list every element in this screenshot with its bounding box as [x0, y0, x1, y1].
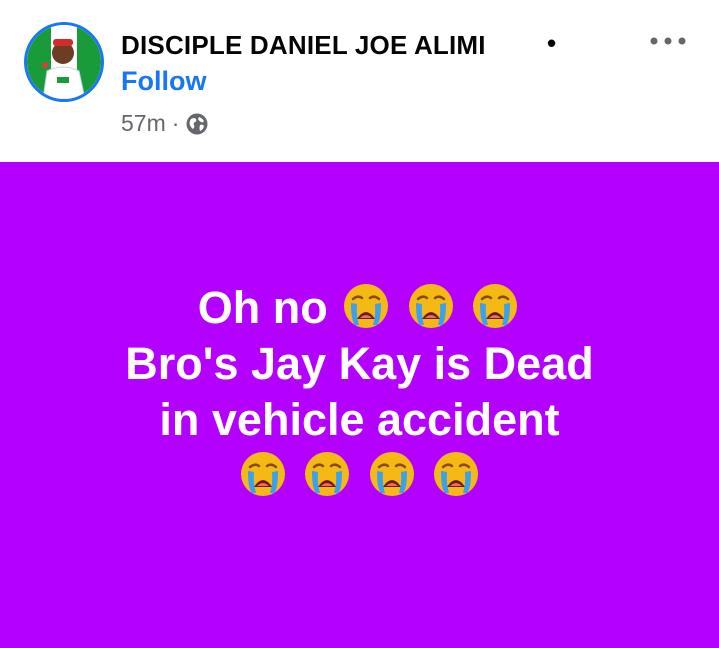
globe-icon — [185, 112, 209, 136]
meta-separator: · — [171, 110, 180, 136]
loudly-crying-face-icon — [305, 452, 350, 496]
loudly-crying-face-icon — [240, 452, 285, 496]
follow-button[interactable]: Follow — [121, 66, 206, 97]
loudly-crying-face-icon — [434, 452, 479, 496]
post-line-3: in vehicle accident — [159, 394, 560, 445]
post-header: DISCIPLE DANIEL JOE ALIMI • Follow 57m · — [0, 0, 719, 162]
loudly-crying-face-icon — [408, 284, 453, 328]
post-timestamp[interactable]: 57m — [121, 110, 166, 137]
avatar[interactable] — [24, 22, 104, 102]
loudly-crying-face-icon — [369, 452, 414, 496]
post-meta: 57m · — [121, 110, 209, 137]
post-background: Oh no Bro's Jay Kay is Dead in vehicle a… — [0, 162, 719, 648]
name-separator-dot: • — [547, 28, 557, 58]
post-line-1: Oh no — [0, 280, 719, 336]
profile-photo — [27, 25, 101, 99]
loudly-crying-face-icon — [344, 284, 389, 328]
author-name[interactable]: DISCIPLE DANIEL JOE ALIMI — [121, 30, 486, 61]
post-line-2: Bro's Jay Kay is Dead — [125, 338, 594, 389]
post-line-4-emojis — [0, 448, 719, 504]
post-line-1-text: Oh no — [197, 282, 328, 333]
more-options-icon[interactable] — [648, 34, 688, 48]
loudly-crying-face-icon — [473, 284, 518, 328]
post-text: Oh no Bro's Jay Kay is Dead in vehicle a… — [0, 280, 719, 504]
